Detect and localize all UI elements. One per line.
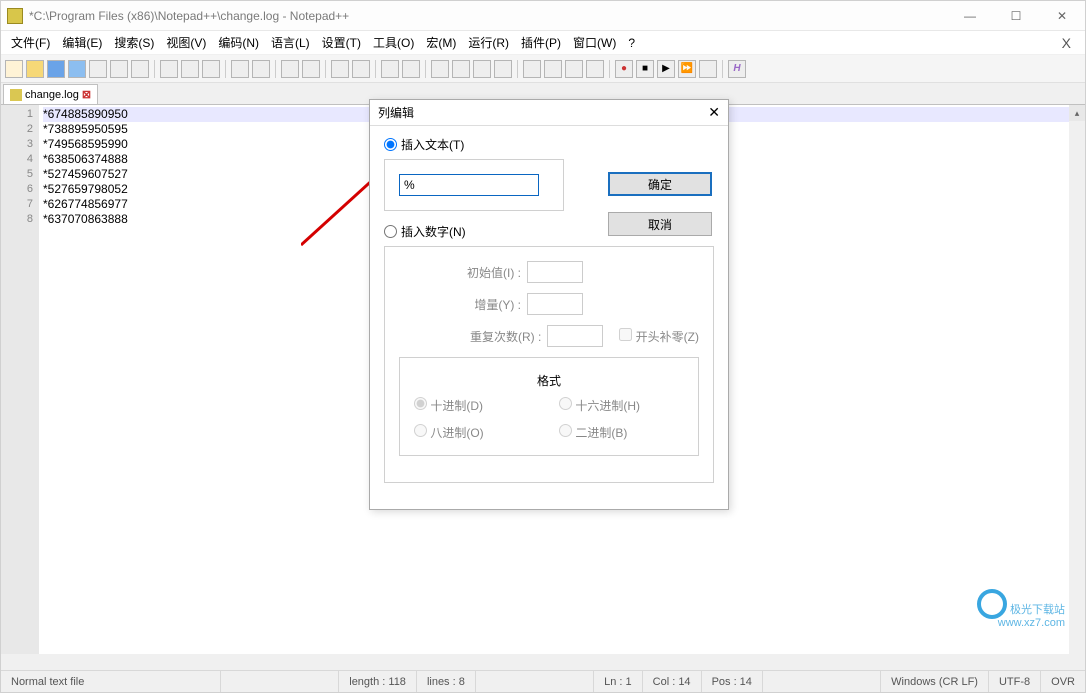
cancel-button[interactable]: 取消 (608, 212, 712, 236)
toolbar: ● ■ ▶ ⏩ H (1, 55, 1085, 83)
insert-text-label: 插入文本(T) (401, 136, 464, 153)
toolbar-cut-icon[interactable] (160, 60, 178, 78)
toolbar-record-icon[interactable]: ● (615, 60, 633, 78)
format-oct-radio[interactable] (414, 424, 427, 437)
window-title: *C:\Program Files (x86)\Notepad++\change… (29, 9, 947, 23)
menubar: 文件(F) 编辑(E) 搜索(S) 视图(V) 编码(N) 语言(L) 设置(T… (1, 31, 1085, 55)
toolbar-copy-icon[interactable] (181, 60, 199, 78)
app-icon (7, 8, 23, 24)
toolbar-close-icon[interactable] (89, 60, 107, 78)
titlebar: *C:\Program Files (x86)\Notepad++\change… (1, 1, 1085, 31)
menu-encoding[interactable]: 编码(N) (212, 31, 265, 54)
toolbar-zoomin-icon[interactable] (331, 60, 349, 78)
minimize-button[interactable]: — (947, 1, 993, 31)
initial-label: 初始值(I) : (441, 264, 521, 281)
initial-input[interactable] (527, 261, 583, 283)
toolbar-undo-icon[interactable] (231, 60, 249, 78)
repeat-input[interactable] (547, 325, 603, 347)
toolbar-indent-icon[interactable] (473, 60, 491, 78)
format-dec-radio[interactable] (414, 397, 427, 410)
toolbar-stop-icon[interactable]: ■ (636, 60, 654, 78)
toolbar-saveall-icon[interactable] (68, 60, 86, 78)
menu-edit[interactable]: 编辑(E) (56, 31, 108, 54)
status-eol[interactable]: Windows (CR LF) (881, 671, 989, 692)
watermark: 极光下载站 www.xz7.com (977, 583, 1065, 630)
insert-number-label: 插入数字(N) (401, 223, 466, 240)
insert-text-radio[interactable] (384, 138, 397, 151)
menu-plugins[interactable]: 插件(P) (515, 31, 567, 54)
toolbar-playmulti-icon[interactable]: ⏩ (678, 60, 696, 78)
status-ln: Ln : 1 (594, 671, 643, 692)
toolbar-zoomout-icon[interactable] (352, 60, 370, 78)
column-editor-dialog: 列编辑 ✕ 插入文本(T) 确定 取消 插入数字(N) (369, 99, 729, 510)
menu-macro[interactable]: 宏(M) (420, 31, 462, 54)
increment-label: 增量(Y) : (441, 296, 521, 313)
status-lines: lines : 8 (417, 671, 476, 692)
toolbar-wrap-icon[interactable] (431, 60, 449, 78)
toolbar-folder-icon[interactable] (565, 60, 583, 78)
file-icon (10, 89, 22, 101)
pad-zero-checkbox[interactable] (619, 328, 632, 341)
increment-input[interactable] (527, 293, 583, 315)
menu-tools[interactable]: 工具(O) (367, 31, 420, 54)
menu-file[interactable]: 文件(F) (5, 31, 56, 54)
menu-help[interactable]: ? (622, 33, 641, 53)
toolbar-h-icon[interactable]: H (728, 60, 746, 78)
toolbar-save-icon[interactable] (47, 60, 65, 78)
toolbar-play-icon[interactable]: ▶ (657, 60, 675, 78)
toolbar-paste-icon[interactable] (202, 60, 220, 78)
insert-text-input[interactable] (399, 174, 539, 196)
toolbar-redo-icon[interactable] (252, 60, 270, 78)
watermark-logo-icon (977, 589, 1007, 619)
scroll-up-icon[interactable]: ▴ (1069, 105, 1085, 121)
file-tab[interactable]: change.log ⊠ (3, 84, 98, 104)
menu-window[interactable]: 窗口(W) (567, 31, 622, 54)
status-filetype: Normal text file (1, 671, 221, 692)
toolbar-print-icon[interactable] (131, 60, 149, 78)
status-col: Col : 14 (643, 671, 702, 692)
status-encoding[interactable]: UTF-8 (989, 671, 1041, 692)
ok-button[interactable]: 确定 (608, 172, 712, 196)
toolbar-funclist-icon[interactable] (523, 60, 541, 78)
toolbar-sync-v-icon[interactable] (381, 60, 399, 78)
menu-view[interactable]: 视图(V) (160, 31, 212, 54)
repeat-label: 重复次数(R) : (461, 328, 541, 345)
statusbar: Normal text file length : 118 lines : 8 … (1, 670, 1085, 692)
toolbar-sync-h-icon[interactable] (402, 60, 420, 78)
dialog-titlebar: 列编辑 ✕ (370, 100, 728, 126)
pad-zero-label: 开头补零(Z) (636, 330, 699, 344)
maximize-button[interactable]: ☐ (993, 1, 1039, 31)
toolbar-find-icon[interactable] (281, 60, 299, 78)
toolbar-open-icon[interactable] (26, 60, 44, 78)
toolbar-docmap-icon[interactable] (544, 60, 562, 78)
tab-label: change.log (25, 89, 79, 101)
toolbar-closeall-icon[interactable] (110, 60, 128, 78)
status-length: length : 118 (339, 671, 417, 692)
toolbar-replace-icon[interactable] (302, 60, 320, 78)
toolbar-savemacro-icon[interactable] (699, 60, 717, 78)
dialog-title: 列编辑 (378, 104, 708, 121)
line-gutter: 12345678 (1, 105, 39, 654)
status-ovr[interactable]: OVR (1041, 671, 1085, 692)
toolbar-showall-icon[interactable] (452, 60, 470, 78)
status-pos: Pos : 14 (702, 671, 763, 692)
tab-close-icon[interactable]: ⊠ (82, 88, 91, 101)
toolbar-monitor-icon[interactable] (586, 60, 604, 78)
menu-run[interactable]: 运行(R) (462, 31, 515, 54)
format-hex-radio[interactable] (559, 397, 572, 410)
dialog-close-icon[interactable]: ✕ (708, 104, 720, 121)
editor[interactable]: ▴ 12345678 *674885890950 *738895950595 *… (1, 105, 1085, 670)
format-bin-radio[interactable] (559, 424, 572, 437)
menu-search[interactable]: 搜索(S) (108, 31, 160, 54)
insert-number-radio[interactable] (384, 225, 397, 238)
menubar-close-x[interactable]: X (1062, 35, 1071, 51)
toolbar-outdent-icon[interactable] (494, 60, 512, 78)
menu-language[interactable]: 语言(L) (265, 31, 316, 54)
menu-settings[interactable]: 设置(T) (316, 31, 367, 54)
toolbar-new-icon[interactable] (5, 60, 23, 78)
close-button[interactable]: ✕ (1039, 1, 1085, 31)
format-label: 格式 (414, 372, 684, 389)
